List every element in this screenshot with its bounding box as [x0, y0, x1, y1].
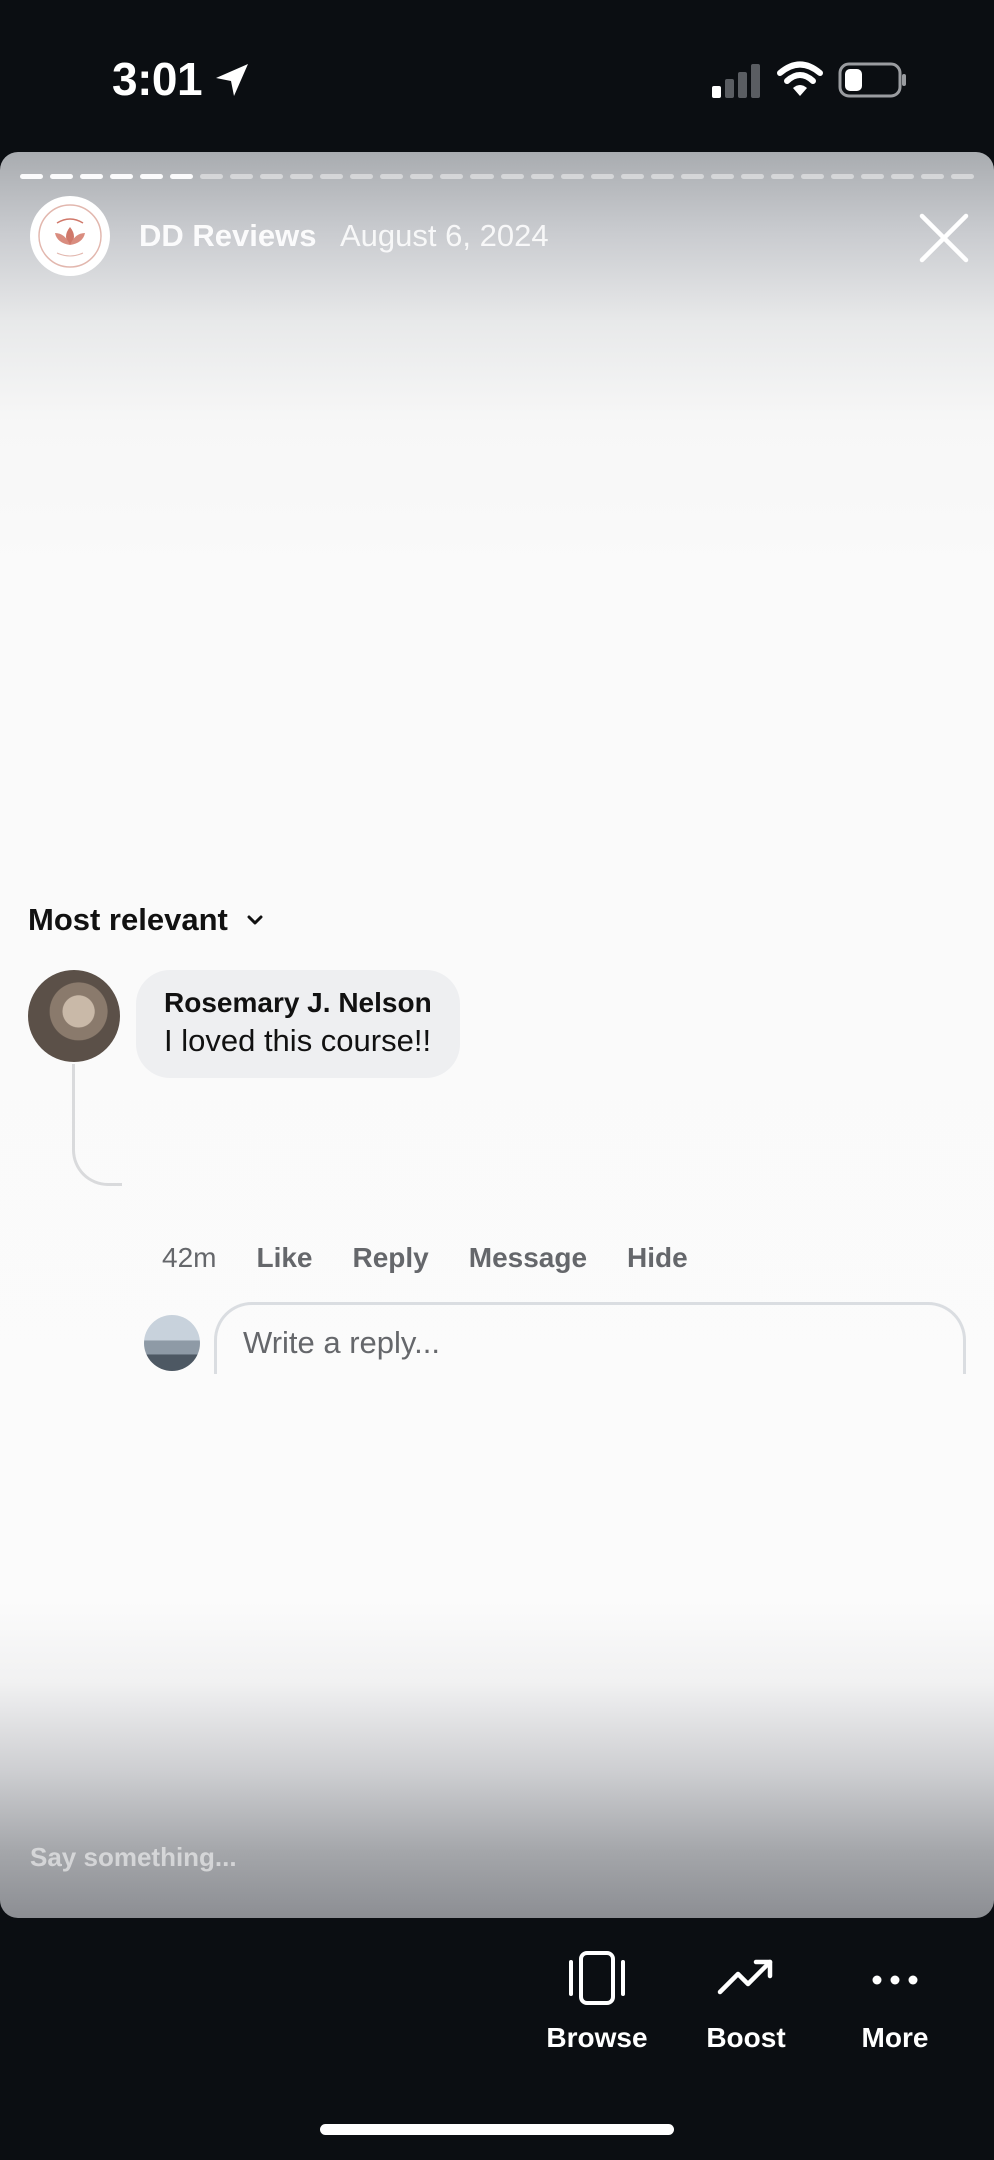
more-label: More — [861, 2022, 929, 2053]
progress-segment — [620, 174, 644, 179]
chevron-down-icon — [247, 915, 263, 925]
progress-segment — [590, 174, 614, 179]
progress-segment — [830, 174, 854, 179]
story-date: August 6, 2024 — [340, 218, 549, 253]
browse-button[interactable]: Browse — [527, 1950, 667, 2054]
sort-label: Most relevant — [28, 902, 228, 937]
close-icon[interactable] — [916, 210, 972, 266]
progress-segment — [890, 174, 914, 179]
home-indicator[interactable] — [320, 2124, 674, 2135]
story-viewer[interactable]: DD Reviews August 6, 2024 Most relevant … — [0, 152, 994, 1918]
comment-bubble[interactable]: Rosemary J. Nelson I loved this course!! — [136, 970, 460, 1078]
progress-segment — [740, 174, 764, 179]
reply-button[interactable]: Reply — [353, 1242, 429, 1274]
page-avatar[interactable] — [30, 196, 110, 276]
wifi-icon — [777, 61, 823, 96]
progress-segment — [290, 174, 314, 179]
comment-author[interactable]: Rosemary J. Nelson — [164, 986, 432, 1020]
progress-segment — [950, 174, 974, 179]
progress-segment — [710, 174, 734, 179]
progress-segment — [410, 174, 434, 179]
progress-segment — [920, 174, 944, 179]
comment-sort-dropdown[interactable]: Most relevant — [28, 902, 264, 938]
cellular-signal-icon — [712, 64, 760, 98]
progress-segment — [380, 174, 404, 179]
progress-segment — [110, 174, 134, 179]
story-progress-bar — [20, 174, 974, 180]
boost-label: Boost — [706, 2022, 786, 2053]
message-button[interactable]: Message — [469, 1242, 587, 1274]
more-button[interactable]: More — [825, 1950, 965, 2054]
browse-cards-icon — [569, 1951, 625, 2005]
comment-text: I loved this course!! — [164, 1023, 432, 1058]
progress-segment — [770, 174, 794, 179]
progress-segment — [800, 174, 824, 179]
progress-segment — [530, 174, 554, 179]
location-arrow-icon — [216, 64, 248, 96]
progress-segment — [440, 174, 464, 179]
progress-segment — [50, 174, 74, 179]
commenter-avatar[interactable] — [28, 970, 120, 1062]
status-time: 3:01 — [112, 53, 203, 105]
current-user-avatar — [144, 1315, 200, 1371]
reply-thread-line — [72, 1064, 122, 1186]
comment-actions: 42m Like Reply Message Hide — [162, 1242, 688, 1274]
progress-segment — [260, 174, 284, 179]
progress-segment — [230, 174, 254, 179]
status-bar: 3:01 — [0, 0, 994, 150]
progress-segment — [320, 174, 344, 179]
progress-segment — [500, 174, 524, 179]
reply-input[interactable]: Write a reply... — [214, 1302, 966, 1374]
like-button[interactable]: Like — [256, 1242, 312, 1274]
progress-segment — [140, 174, 164, 179]
progress-segment — [80, 174, 104, 179]
progress-segment — [170, 174, 194, 179]
more-dots-icon — [872, 1975, 918, 1985]
battery-icon — [838, 62, 906, 98]
progress-segment — [350, 174, 374, 179]
browse-label: Browse — [546, 2022, 648, 2053]
hide-button[interactable]: Hide — [627, 1242, 688, 1274]
lotus-logo-icon — [38, 204, 102, 268]
progress-segment — [560, 174, 584, 179]
progress-segment — [860, 174, 884, 179]
progress-segment — [20, 174, 44, 179]
boost-button[interactable]: Boost — [676, 1950, 816, 2054]
progress-segment — [470, 174, 494, 179]
comment-time: 42m — [162, 1242, 217, 1273]
progress-segment — [650, 174, 674, 179]
trending-up-icon — [717, 1959, 773, 1995]
progress-segment — [680, 174, 704, 179]
progress-segment — [200, 174, 224, 179]
page-name[interactable]: DD Reviews — [139, 218, 316, 254]
story-reply-input[interactable]: Say something... — [30, 1842, 237, 1873]
